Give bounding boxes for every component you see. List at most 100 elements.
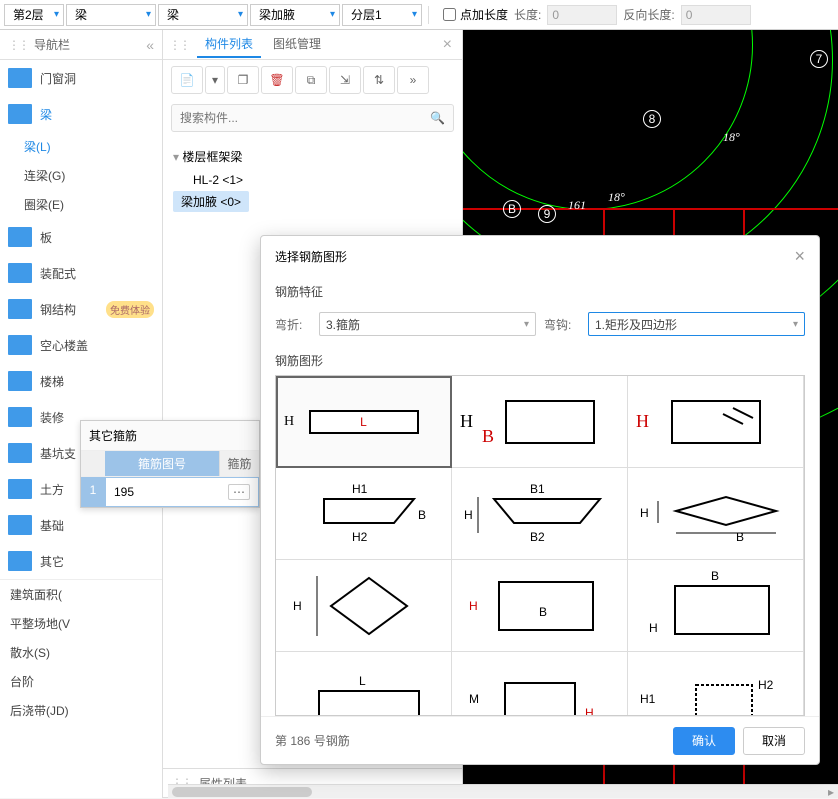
- svg-text:B: B: [711, 569, 719, 583]
- edit-ellipsis-button[interactable]: ⋯: [228, 484, 250, 500]
- svg-text:H1: H1: [352, 482, 368, 496]
- dialog-title: 选择钢筋图形: [275, 248, 347, 265]
- more-button[interactable]: »: [397, 66, 429, 94]
- shape-option[interactable]: L: [276, 652, 452, 716]
- ok-button[interactable]: 确认: [673, 727, 735, 755]
- drag-handle-icon[interactable]: ⋮⋮: [169, 38, 189, 52]
- tree-root[interactable]: 楼层框架梁: [173, 144, 452, 169]
- shape-option[interactable]: HB1B2: [452, 468, 628, 560]
- tab-drawing-manage[interactable]: 图纸管理: [265, 31, 329, 58]
- nav-sub-beam-e[interactable]: 圈梁(E): [0, 190, 162, 219]
- cat3-select[interactable]: 梁加腋: [250, 4, 340, 26]
- canvas-node-7: 7: [810, 50, 828, 68]
- cat2-select[interactable]: 梁: [158, 4, 248, 26]
- floor-value: 第2层: [13, 6, 44, 23]
- scroll-thumb[interactable]: [172, 787, 312, 797]
- nav-group-door[interactable]: 门窗洞: [0, 60, 162, 96]
- search-input[interactable]: 🔍: [171, 104, 454, 132]
- shape-option[interactable]: BH: [628, 560, 804, 652]
- cat1-select[interactable]: 梁: [66, 4, 156, 26]
- canvas-node-9: 9: [538, 205, 556, 223]
- canvas-angle-2: 18°: [608, 190, 625, 205]
- nav-group-slab[interactable]: 板: [0, 219, 162, 255]
- nav-bottom-area[interactable]: 建筑面积(: [0, 580, 162, 609]
- new-dropdown[interactable]: ▾: [205, 66, 225, 94]
- shape-option[interactable]: H1H2: [628, 652, 804, 716]
- shape-option[interactable]: MH: [452, 652, 628, 716]
- close-icon[interactable]: ×: [439, 36, 456, 54]
- svg-text:H2: H2: [758, 678, 774, 692]
- floor-select[interactable]: 第2层: [4, 4, 64, 26]
- new-button[interactable]: 📄: [171, 66, 203, 94]
- nav-bottom-postcast[interactable]: 后浇带(JD): [0, 696, 162, 725]
- tree-item-haunch[interactable]: 梁加腋 <0>: [173, 191, 249, 212]
- shape-option[interactable]: H: [276, 560, 452, 652]
- nav-group-foundation[interactable]: 基础: [0, 507, 162, 543]
- nav-bottom-step[interactable]: 台阶: [0, 667, 162, 696]
- svg-text:H: H: [585, 706, 594, 717]
- point-length-checkbox[interactable]: 点加长度: [443, 6, 508, 23]
- horizontal-scrollbar[interactable]: ▸: [168, 784, 838, 798]
- collapse-icon[interactable]: «: [146, 37, 154, 53]
- search-icon: 🔍: [430, 111, 445, 125]
- hook-label: 弯钩:: [544, 316, 580, 333]
- nav-group-beam[interactable]: 梁: [0, 96, 162, 132]
- nav-group-stairs[interactable]: 楼梯: [0, 363, 162, 399]
- other-stirrup-panel[interactable]: 其它箍筋 箍筋图号 箍筋 1 195⋯: [80, 420, 260, 508]
- pit-icon: [8, 443, 32, 463]
- copy-button[interactable]: ❐: [227, 66, 259, 94]
- scroll-right-icon[interactable]: ▸: [824, 785, 838, 798]
- sort-button[interactable]: ⇅: [363, 66, 395, 94]
- nav-sub-beam-g[interactable]: 连梁(G): [0, 161, 162, 190]
- svg-text:H2: H2: [352, 530, 368, 544]
- delete-button[interactable]: 🗑: [261, 66, 293, 94]
- interlayer-button[interactable]: ⇲: [329, 66, 361, 94]
- duplicate-button[interactable]: ⧉: [295, 66, 327, 94]
- table-row[interactable]: 1 195⋯: [81, 476, 259, 507]
- steel-icon: [8, 299, 32, 319]
- nav-bottom-level[interactable]: 平整场地(V: [0, 609, 162, 638]
- svg-text:H: H: [464, 508, 473, 522]
- canvas-node-8: 8: [643, 110, 661, 128]
- shape-option[interactable]: HB: [452, 376, 628, 468]
- nav-sub-beam-l[interactable]: 梁(L): [0, 132, 162, 161]
- nav-group-steel[interactable]: 钢结构免费体验: [0, 291, 162, 327]
- bend-select[interactable]: 3.箍筋: [319, 312, 536, 336]
- drag-handle-icon[interactable]: ⋮⋮: [8, 38, 28, 52]
- canvas-angle-1: 18°: [723, 130, 740, 145]
- nav-group-hollow[interactable]: 空心楼盖: [0, 327, 162, 363]
- shape-option[interactable]: H: [628, 376, 804, 468]
- hook-select[interactable]: 1.矩形及四边形: [588, 312, 805, 336]
- tree-item-hl2[interactable]: HL-2 <1>: [173, 169, 452, 191]
- col-stirrup-code: 箍筋图号: [105, 451, 219, 476]
- shape-option[interactable]: HB: [628, 468, 804, 560]
- cancel-button[interactable]: 取消: [743, 727, 805, 755]
- free-badge: 免费体验: [106, 301, 154, 318]
- close-icon[interactable]: ×: [794, 246, 805, 267]
- canvas-node-b: B: [503, 200, 521, 218]
- nav-title: 导航栏: [34, 36, 70, 53]
- layer-select[interactable]: 分层1: [342, 4, 422, 26]
- earth-icon: [8, 479, 32, 499]
- nav-bottom-apron[interactable]: 散水(S): [0, 638, 162, 667]
- stairs-icon: [8, 371, 32, 391]
- shape-option[interactable]: HB: [452, 560, 628, 652]
- reverse-length-label: 反向长度:: [623, 6, 674, 23]
- svg-text:B: B: [539, 605, 547, 619]
- panel-title: 其它箍筋: [81, 421, 259, 451]
- tab-component-list[interactable]: 构件列表: [197, 31, 261, 58]
- svg-text:B: B: [736, 530, 744, 544]
- slab-icon: [8, 227, 32, 247]
- status-text: 第 186 号钢筋: [275, 732, 350, 749]
- svg-text:B1: B1: [530, 482, 545, 496]
- reverse-length-input[interactable]: [681, 5, 751, 25]
- nav-panel: ⋮⋮ 导航栏 « 门窗洞 梁 梁(L) 连梁(G) 圈梁(E) 板 装配式 钢结…: [0, 30, 163, 798]
- length-input[interactable]: [547, 5, 617, 25]
- nav-group-other[interactable]: 其它: [0, 543, 162, 579]
- svg-text:L: L: [359, 674, 366, 688]
- nav-header: ⋮⋮ 导航栏 «: [0, 30, 162, 60]
- nav-group-assembly[interactable]: 装配式: [0, 255, 162, 291]
- section-rebar-shape: 钢筋图形: [275, 352, 805, 369]
- shape-option[interactable]: H1BH2: [276, 468, 452, 560]
- shape-option[interactable]: H L: [276, 376, 452, 468]
